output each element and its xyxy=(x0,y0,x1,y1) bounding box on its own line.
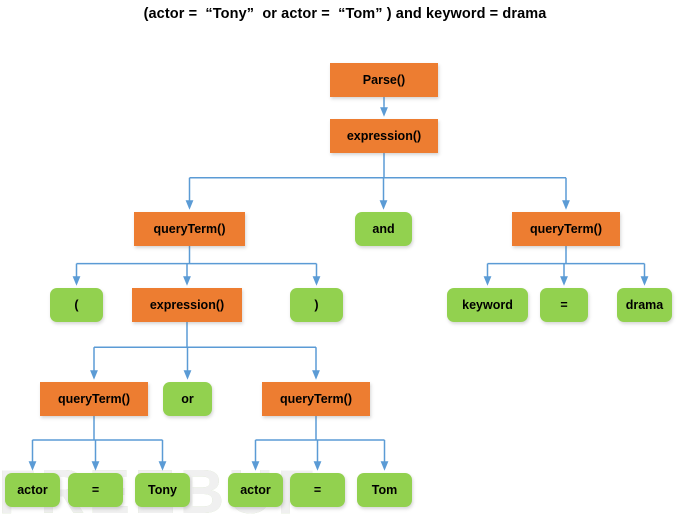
node-label: ) xyxy=(314,298,319,312)
node-eq2: = xyxy=(290,473,345,507)
node-label: queryTerm() xyxy=(57,392,130,406)
node-qt-right: queryTerm() xyxy=(512,212,620,246)
parse-tree-diagram: FREEBUF FREEBUF (actor = “Tony” or actor… xyxy=(0,0,690,518)
node-qt-a: queryTerm() xyxy=(40,382,148,416)
node-label: actor xyxy=(17,483,48,497)
node-label: queryTerm() xyxy=(529,222,602,236)
node-qt-b: queryTerm() xyxy=(262,382,370,416)
node-label: queryTerm() xyxy=(153,222,226,236)
node-label: Tom xyxy=(371,483,398,497)
node-label: expression() xyxy=(149,298,225,312)
node-and: and xyxy=(355,212,412,246)
node-label: expression() xyxy=(346,129,422,143)
node-label: keyword xyxy=(462,298,513,312)
node-rparen: ) xyxy=(290,288,343,322)
node-expr0: expression() xyxy=(330,119,438,153)
node-tom: Tom xyxy=(357,473,412,507)
node-label: = xyxy=(560,298,568,312)
node-or: or xyxy=(163,382,212,416)
node-eq1: = xyxy=(68,473,123,507)
node-expr1: expression() xyxy=(132,288,242,322)
node-parse: Parse() xyxy=(330,63,438,97)
node-label: Parse() xyxy=(362,73,406,87)
node-label: Tony xyxy=(148,483,177,497)
node-keyword: keyword xyxy=(447,288,528,322)
node-label: queryTerm() xyxy=(279,392,352,406)
node-actor1: actor xyxy=(5,473,60,507)
node-label: actor xyxy=(240,483,271,497)
node-lparen: ( xyxy=(50,288,103,322)
node-label: = xyxy=(313,483,322,497)
node-eq-right: = xyxy=(540,288,588,322)
node-qt-left: queryTerm() xyxy=(134,212,245,246)
node-label: drama xyxy=(625,298,664,312)
node-label: or xyxy=(181,392,194,406)
node-tony: Tony xyxy=(135,473,190,507)
node-drama: drama xyxy=(617,288,672,322)
node-label: = xyxy=(91,483,100,497)
node-label: ( xyxy=(74,298,79,312)
node-actor2: actor xyxy=(228,473,283,507)
node-label: and xyxy=(372,222,395,236)
